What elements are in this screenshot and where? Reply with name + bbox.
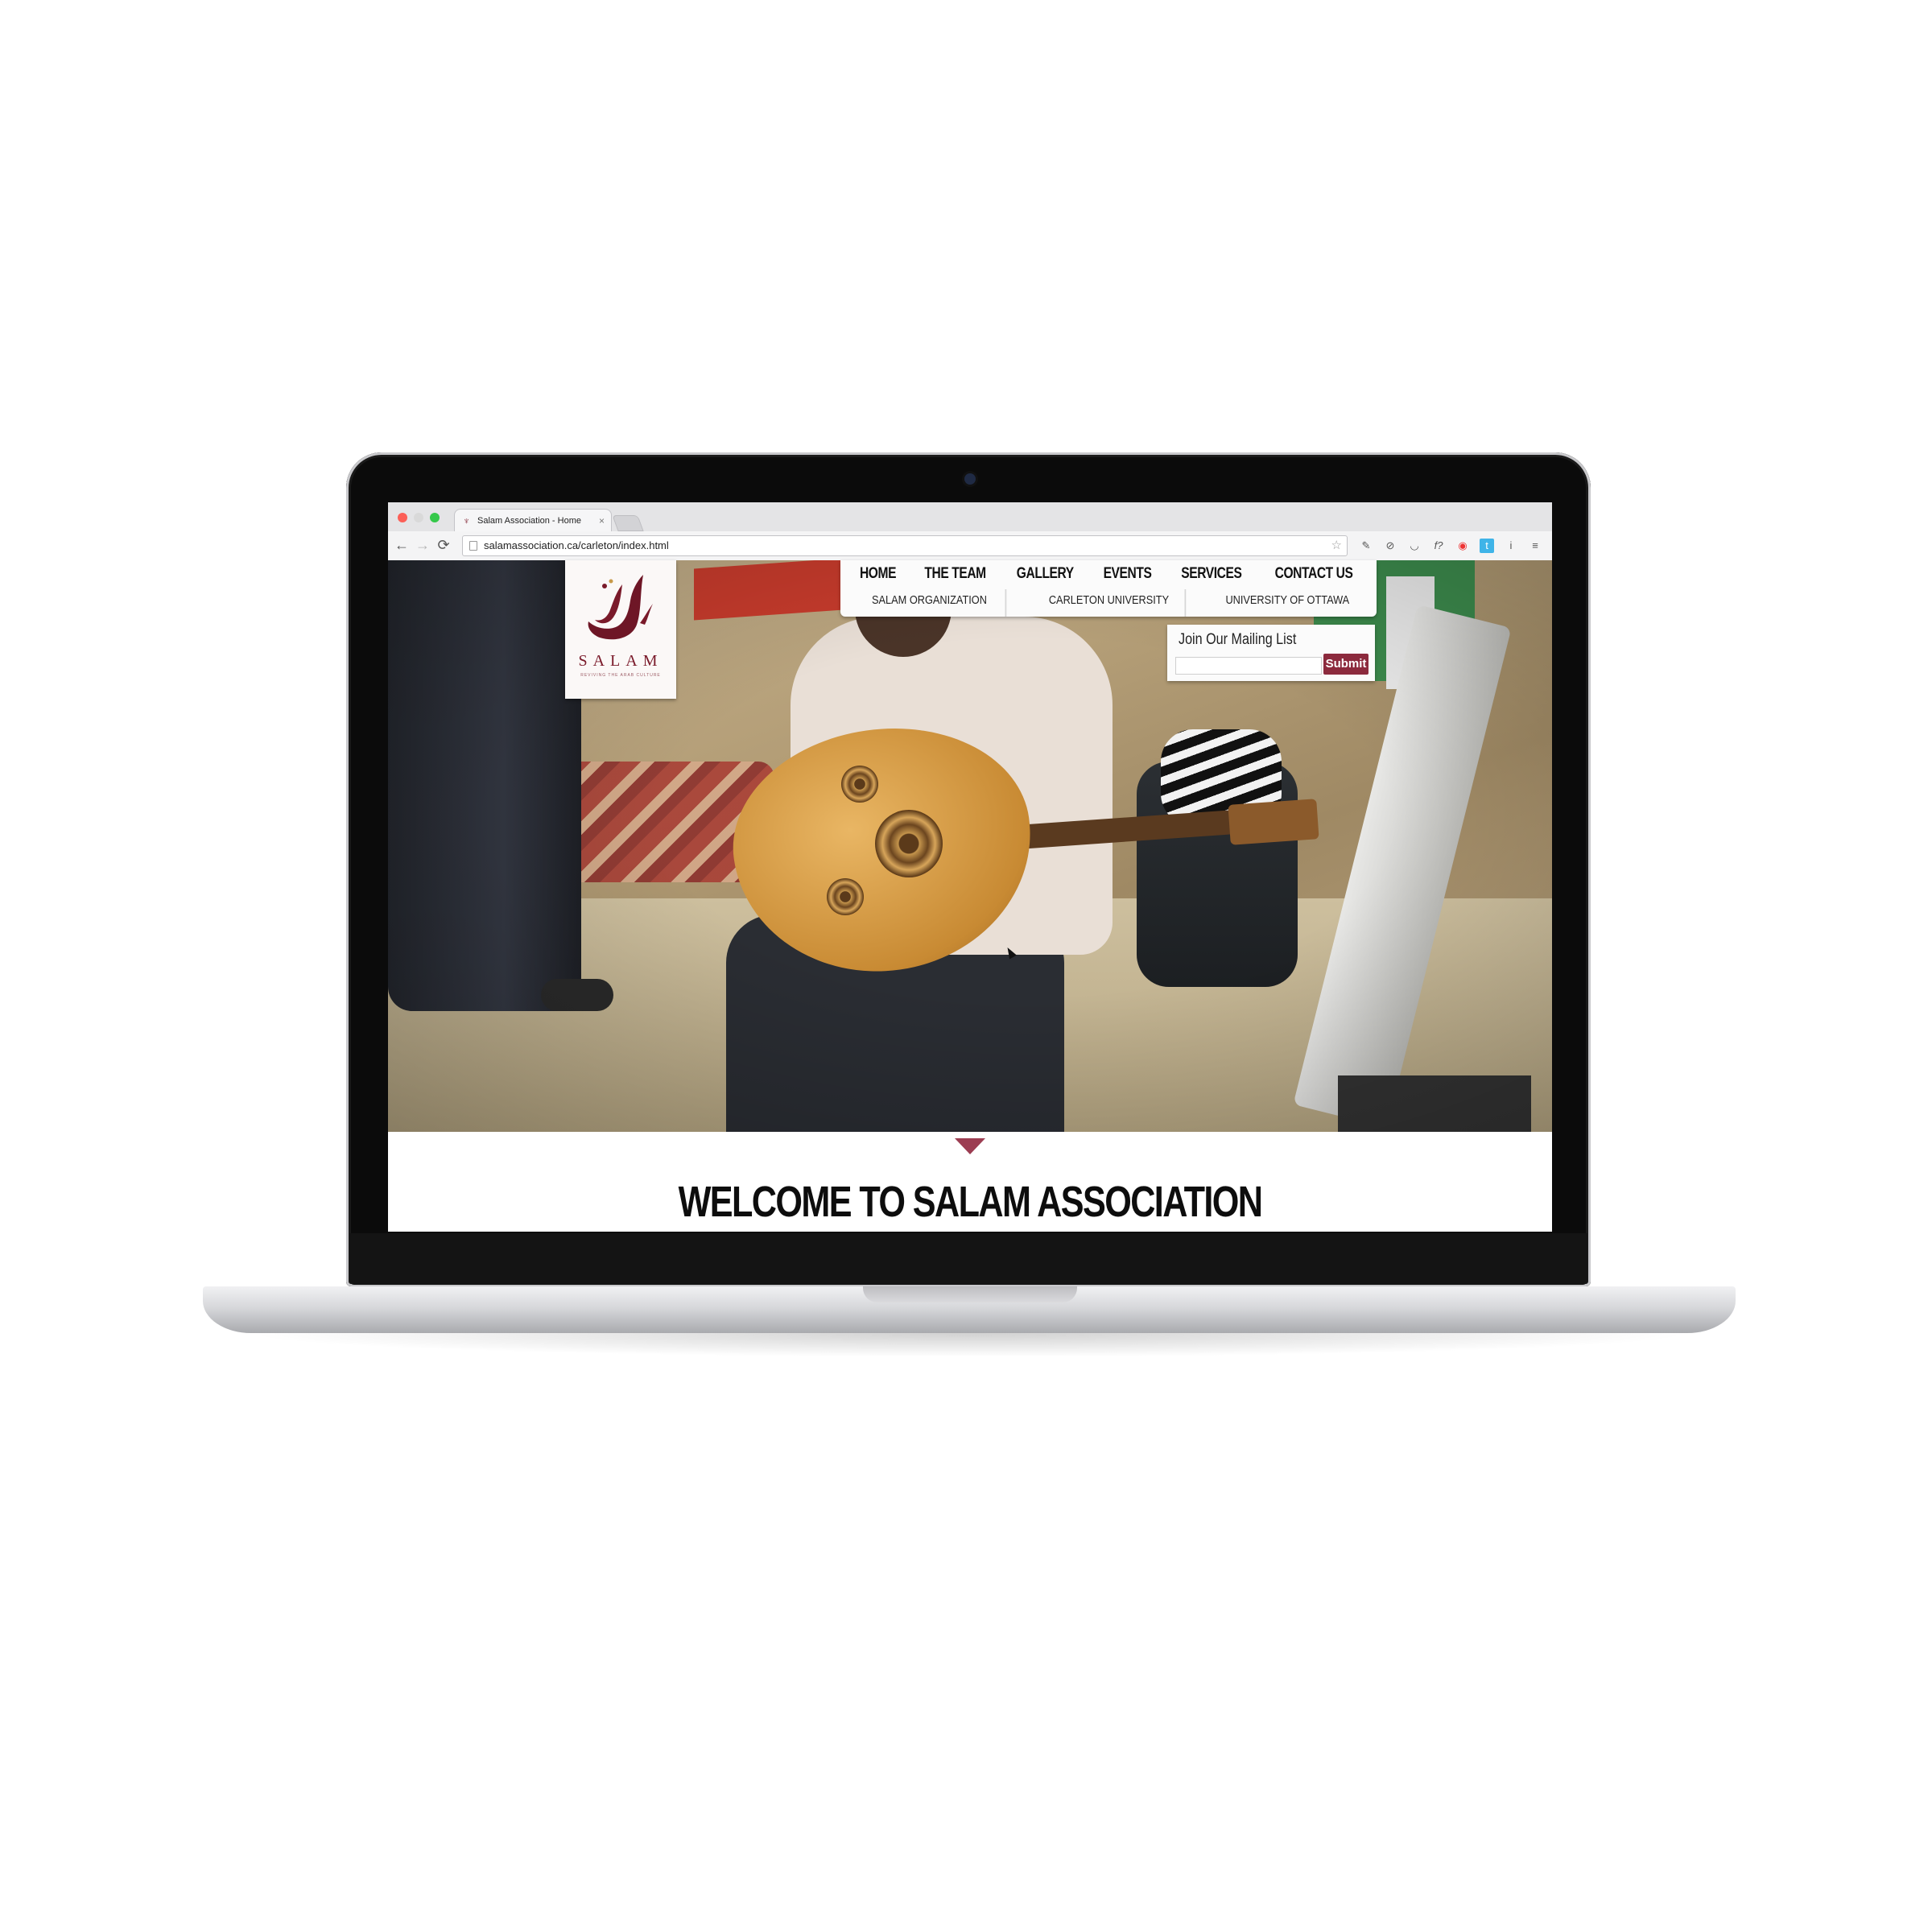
welcome-section: WELCOME TO SALAM ASSOCIATION [388, 1132, 1552, 1232]
logo-tagline: REVIVING THE ARAB CULTURE [580, 673, 661, 678]
nav-events[interactable]: EVENTS [1103, 565, 1151, 583]
zoom-window-button[interactable] [430, 513, 440, 522]
nav-the-team[interactable]: THE TEAM [925, 565, 987, 583]
back-arrow-icon[interactable]: ← [393, 536, 411, 554]
eyedropper-icon[interactable]: ✎ [1359, 539, 1373, 553]
bookmark-star-icon[interactable]: ☆ [1331, 536, 1342, 555]
salam-favicon-icon: ♆ [463, 515, 470, 526]
menu-icon[interactable]: ≡ [1528, 539, 1542, 553]
tab-close-icon[interactable]: × [599, 510, 605, 532]
mailing-list-form: Join Our Mailing List Submit [1167, 625, 1375, 681]
address-bar[interactable]: salamassociation.ca/carleton/index.html … [462, 535, 1348, 556]
laptop-screen: ♆ Salam Association - Home × ← → ⟳ salam… [388, 502, 1552, 1232]
minimize-window-button[interactable] [414, 513, 423, 522]
laptop-shadow [242, 1333, 1697, 1357]
webcam-icon [964, 473, 976, 485]
main-navigation: HOME THE TEAM GALLERY EVENTS SERVICES CO… [840, 560, 1377, 617]
email-field[interactable] [1175, 657, 1322, 675]
close-window-button[interactable] [398, 513, 407, 522]
browser-toolbar: ← → ⟳ salamassociation.ca/carleton/index… [388, 531, 1552, 561]
block-icon[interactable]: ⊘ [1383, 539, 1397, 553]
hero-photo [388, 560, 1552, 1132]
laptop-bezel [349, 1233, 1587, 1285]
new-tab-button[interactable] [612, 515, 644, 531]
nav-services[interactable]: SERVICES [1181, 565, 1242, 583]
reload-icon[interactable]: ⟳ [435, 536, 452, 554]
nav-gallery[interactable]: GALLERY [1017, 565, 1074, 583]
font-icon[interactable]: f? [1431, 539, 1446, 553]
salam-calligraphy-icon [588, 575, 653, 640]
subnav-salam-organization[interactable]: SALAM ORGANIZATION [854, 589, 1006, 617]
forward-arrow-icon[interactable]: → [414, 536, 431, 554]
page-title: WELCOME TO SALAM ASSOCIATION [678, 1178, 1263, 1226]
url-text[interactable]: salamassociation.ca/carleton/index.html [484, 536, 669, 555]
pocket-icon[interactable]: ◡ [1407, 539, 1422, 553]
opera-icon[interactable]: ◉ [1455, 539, 1470, 553]
page-icon [469, 541, 477, 551]
nav-contact-us[interactable]: CONTACT US [1274, 565, 1352, 583]
browser-tabstrip: ♆ Salam Association - Home × [388, 502, 1552, 532]
mailing-list-title: Join Our Mailing List [1179, 631, 1297, 648]
photo-vignette [388, 560, 1552, 1132]
primary-menu: HOME THE TEAM GALLERY EVENTS SERVICES CO… [840, 560, 1377, 588]
browser-tab-active[interactable]: ♆ Salam Association - Home × [454, 509, 612, 531]
info-icon[interactable]: i [1504, 539, 1518, 553]
twitter-icon[interactable]: t [1480, 539, 1494, 553]
subnav-university-of-ottawa[interactable]: UNIVERSITY OF OTTAWA [1212, 589, 1364, 617]
subnav-carleton-university[interactable]: CARLETON UNIVERSITY [1033, 589, 1186, 617]
submit-button[interactable]: Submit [1323, 654, 1368, 675]
logo-wordmark: SALAM [578, 652, 663, 670]
nav-home[interactable]: HOME [860, 565, 897, 583]
tab-title: Salam Association - Home [477, 516, 581, 526]
laptop-notch [863, 1286, 1077, 1302]
down-arrow-icon[interactable] [955, 1138, 985, 1154]
secondary-menu: SALAM ORGANIZATION CARLETON UNIVERSITY U… [840, 589, 1377, 617]
site-logo[interactable]: SALAM REVIVING THE ARAB CULTURE [565, 560, 676, 699]
